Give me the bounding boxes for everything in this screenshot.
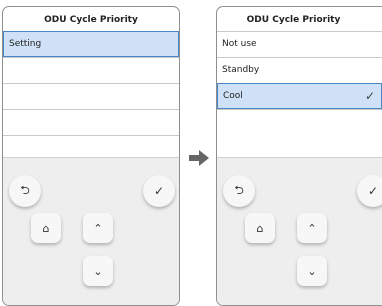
down-button[interactable]: ⌄ xyxy=(297,256,327,286)
home-button[interactable]: ⌂ xyxy=(245,213,275,243)
back-arrow-icon: ⮌ xyxy=(20,182,30,197)
confirm-button[interactable]: ✓ xyxy=(357,175,382,207)
menu-row-cool[interactable]: Cool ✓ xyxy=(217,83,382,109)
menu-row-empty xyxy=(217,109,382,135)
menu-row-label: Not use xyxy=(222,39,257,49)
control-pad: ⮌ ✓ ⌂ ⌃ ⌄ xyxy=(3,157,179,305)
checkmark-icon: ✓ xyxy=(153,184,165,198)
back-arrow-icon: ⮌ xyxy=(234,182,244,197)
screen-title: ODU Cycle Priority xyxy=(246,15,341,25)
chevron-down-icon: ⌄ xyxy=(93,264,103,278)
confirm-button[interactable]: ✓ xyxy=(143,175,175,207)
menu-row-standby[interactable]: Standby xyxy=(217,57,382,83)
checkmark-icon: ✓ xyxy=(367,184,379,198)
menu-row-empty xyxy=(3,57,179,83)
chevron-up-icon: ⌃ xyxy=(93,221,103,235)
up-button[interactable]: ⌃ xyxy=(297,213,327,243)
chevron-down-icon: ⌄ xyxy=(307,264,317,278)
home-icon: ⌂ xyxy=(42,221,50,235)
right-arrow-icon xyxy=(189,150,209,166)
menu-list: Not use Standby Cool ✓ xyxy=(217,31,382,135)
back-button[interactable]: ⮌ xyxy=(223,175,255,207)
menu-row-empty xyxy=(3,109,179,135)
up-button[interactable]: ⌃ xyxy=(83,213,113,243)
menu-row-label: Standby xyxy=(222,65,260,75)
checkmark-icon: ✓ xyxy=(364,89,375,103)
menu-list: Setting xyxy=(3,31,179,161)
screen-title: ODU Cycle Priority xyxy=(44,15,138,25)
left-screen-panel: ODU Cycle Priority Setting ⮌ ✓ ⌂ ⌃ ⌄ xyxy=(2,6,180,306)
down-button[interactable]: ⌄ xyxy=(83,256,113,286)
menu-row-label: Cool xyxy=(223,91,243,101)
right-screen-panel: ODU Cycle Priority Not use Standby Cool … xyxy=(216,6,382,306)
home-button[interactable]: ⌂ xyxy=(31,213,61,243)
control-pad: ⮌ ✓ ⌂ ⌃ ⌄ xyxy=(217,157,382,305)
menu-row-setting[interactable]: Setting xyxy=(3,31,179,57)
back-button[interactable]: ⮌ xyxy=(9,175,41,207)
menu-row-not-use[interactable]: Not use xyxy=(217,31,382,57)
menu-row-empty xyxy=(3,83,179,109)
chevron-up-icon: ⌃ xyxy=(307,221,317,235)
home-icon: ⌂ xyxy=(256,221,264,235)
menu-row-label: Setting xyxy=(9,39,42,49)
